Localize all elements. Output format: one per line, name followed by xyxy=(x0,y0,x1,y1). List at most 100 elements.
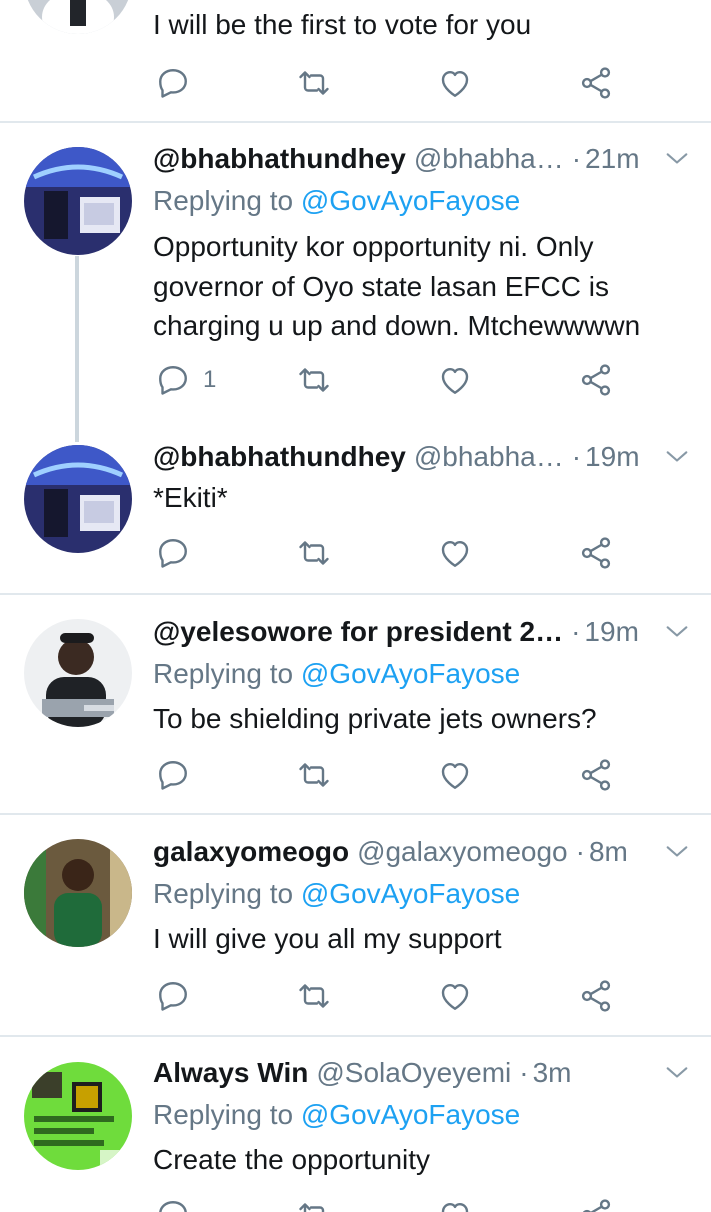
timestamp[interactable]: 3m xyxy=(533,1057,572,1089)
reply-button[interactable] xyxy=(155,976,203,1016)
retweet-button[interactable] xyxy=(296,1195,332,1212)
retweet-button[interactable] xyxy=(296,360,332,400)
reply-button[interactable] xyxy=(155,755,203,795)
separator-dot: · xyxy=(571,143,582,174)
like-button[interactable] xyxy=(437,1195,473,1212)
user-handle[interactable]: @bhabha… xyxy=(414,441,564,473)
avatar[interactable] xyxy=(24,839,132,947)
user-handle[interactable]: @bhabha… xyxy=(414,143,564,175)
avatar[interactable] xyxy=(24,619,132,727)
display-name[interactable]: Always Win xyxy=(153,1057,308,1089)
display-name[interactable]: @yelesowore for president 2… xyxy=(153,616,563,648)
mention-link[interactable]: @GovAyoFayose xyxy=(301,185,520,216)
share-icon xyxy=(578,757,614,793)
replying-to-label: Replying to xyxy=(153,658,294,689)
reply-button[interactable] xyxy=(155,63,203,103)
retweet-icon xyxy=(296,1197,332,1212)
more-options-button[interactable] xyxy=(649,618,691,646)
reply-icon xyxy=(155,1197,191,1212)
separator-dot: · xyxy=(571,441,582,472)
tweet-text: To be shielding private jets owners? xyxy=(153,703,597,734)
mention-link[interactable]: @GovAyoFayose xyxy=(301,1099,520,1130)
share-button[interactable] xyxy=(578,63,614,103)
mention-link[interactable]: @GovAyoFayose xyxy=(301,878,520,909)
tweet-text: I will give you all my support xyxy=(153,923,502,954)
display-name[interactable]: @bhabhathundhey xyxy=(153,441,406,473)
chevron-down-icon xyxy=(663,1059,691,1087)
share-icon xyxy=(578,362,614,398)
reply-button[interactable] xyxy=(155,1195,203,1212)
avatar[interactable] xyxy=(24,1062,132,1170)
retweet-button[interactable] xyxy=(296,976,332,1016)
mention-link[interactable]: @GovAyoFayose xyxy=(301,658,520,689)
replying-to-label: Replying to xyxy=(153,185,294,216)
tweet-text: I will be the first to vote for you xyxy=(153,9,532,40)
share-button[interactable] xyxy=(578,976,614,1016)
replying-to: Replying to @GovAyoFayose xyxy=(153,185,520,217)
tweet-actions xyxy=(153,63,633,103)
reply-button[interactable]: 1 xyxy=(155,360,216,400)
more-options-button[interactable] xyxy=(649,838,691,866)
retweet-button[interactable] xyxy=(296,533,332,573)
replying-to: Replying to @GovAyoFayose xyxy=(153,878,520,910)
tweet[interactable]: Always Win @SolaOyeyemi · 3m Replying to… xyxy=(0,1037,711,1212)
share-button[interactable] xyxy=(578,1195,614,1212)
tweet[interactable]: @bhabhathundhey @bhabha… · 21m Replying … xyxy=(0,123,711,423)
timestamp[interactable]: 19m xyxy=(584,616,638,648)
avatar[interactable] xyxy=(24,0,132,34)
user-handle[interactable]: @galaxyomeogo xyxy=(357,836,568,868)
tweet-header: Always Win @SolaOyeyemi · 3m xyxy=(153,1053,691,1093)
replying-to-label: Replying to xyxy=(153,878,294,909)
heart-icon xyxy=(437,535,473,571)
timestamp[interactable]: 21m xyxy=(585,143,639,175)
tweet[interactable]: @yelesowore for president 2… · 19m Reply… xyxy=(0,595,711,813)
like-button[interactable] xyxy=(437,976,473,1016)
more-options-button[interactable] xyxy=(649,145,691,173)
tweet[interactable]: I will be the first to vote for you xyxy=(0,0,711,122)
chevron-down-icon xyxy=(663,145,691,173)
display-name[interactable]: @bhabhathundhey xyxy=(153,143,406,175)
retweet-icon xyxy=(296,362,332,398)
retweet-button[interactable] xyxy=(296,63,332,103)
tweet-header: @bhabhathundhey @bhabha… · 21m xyxy=(153,139,691,179)
heart-icon xyxy=(437,1197,473,1212)
share-button[interactable] xyxy=(578,533,614,573)
more-options-button[interactable] xyxy=(649,443,691,471)
share-button[interactable] xyxy=(578,360,614,400)
share-button[interactable] xyxy=(578,755,614,795)
tweet-text: Opportunity kor opportunity ni. Only gov… xyxy=(153,231,641,341)
avatar[interactable] xyxy=(24,147,132,255)
tweet-header: @bhabhathundhey @bhabha… · 19m xyxy=(153,437,691,477)
tweet-text: *Ekiti* xyxy=(153,482,228,513)
like-button[interactable] xyxy=(437,533,473,573)
like-button[interactable] xyxy=(437,63,473,103)
tweet[interactable]: galaxyomeogo @galaxyomeogo · 8m Replying… xyxy=(0,815,711,1035)
more-options-button[interactable] xyxy=(649,1059,691,1087)
tweet-actions: 1 xyxy=(153,360,633,400)
tweet[interactable]: @bhabhathundhey @bhabha… · 19m *Ekiti* xyxy=(0,423,711,593)
separator-dot: · xyxy=(575,836,585,867)
retweet-icon xyxy=(296,978,332,1014)
like-button[interactable] xyxy=(437,755,473,795)
chevron-down-icon xyxy=(663,618,691,646)
tweet-actions xyxy=(153,1195,633,1212)
heart-icon xyxy=(437,362,473,398)
share-icon xyxy=(578,978,614,1014)
share-icon xyxy=(578,65,614,101)
user-handle[interactable]: @SolaOyeyemi xyxy=(316,1057,511,1089)
display-name[interactable]: galaxyomeogo xyxy=(153,836,349,868)
tweet-header: @yelesowore for president 2… · 19m xyxy=(153,612,691,652)
like-button[interactable] xyxy=(437,360,473,400)
retweet-icon xyxy=(296,535,332,571)
timestamp[interactable]: 19m xyxy=(585,441,639,473)
avatar[interactable] xyxy=(24,445,132,553)
replying-to-label: Replying to xyxy=(153,1099,294,1130)
separator-dot: · xyxy=(571,616,581,647)
tweet-header: galaxyomeogo @galaxyomeogo · 8m xyxy=(153,832,691,872)
timestamp[interactable]: 8m xyxy=(589,836,628,868)
reply-icon xyxy=(155,65,191,101)
retweet-button[interactable] xyxy=(296,755,332,795)
reply-button[interactable] xyxy=(155,533,203,573)
reply-icon xyxy=(155,978,191,1014)
replying-to: Replying to @GovAyoFayose xyxy=(153,1099,520,1131)
